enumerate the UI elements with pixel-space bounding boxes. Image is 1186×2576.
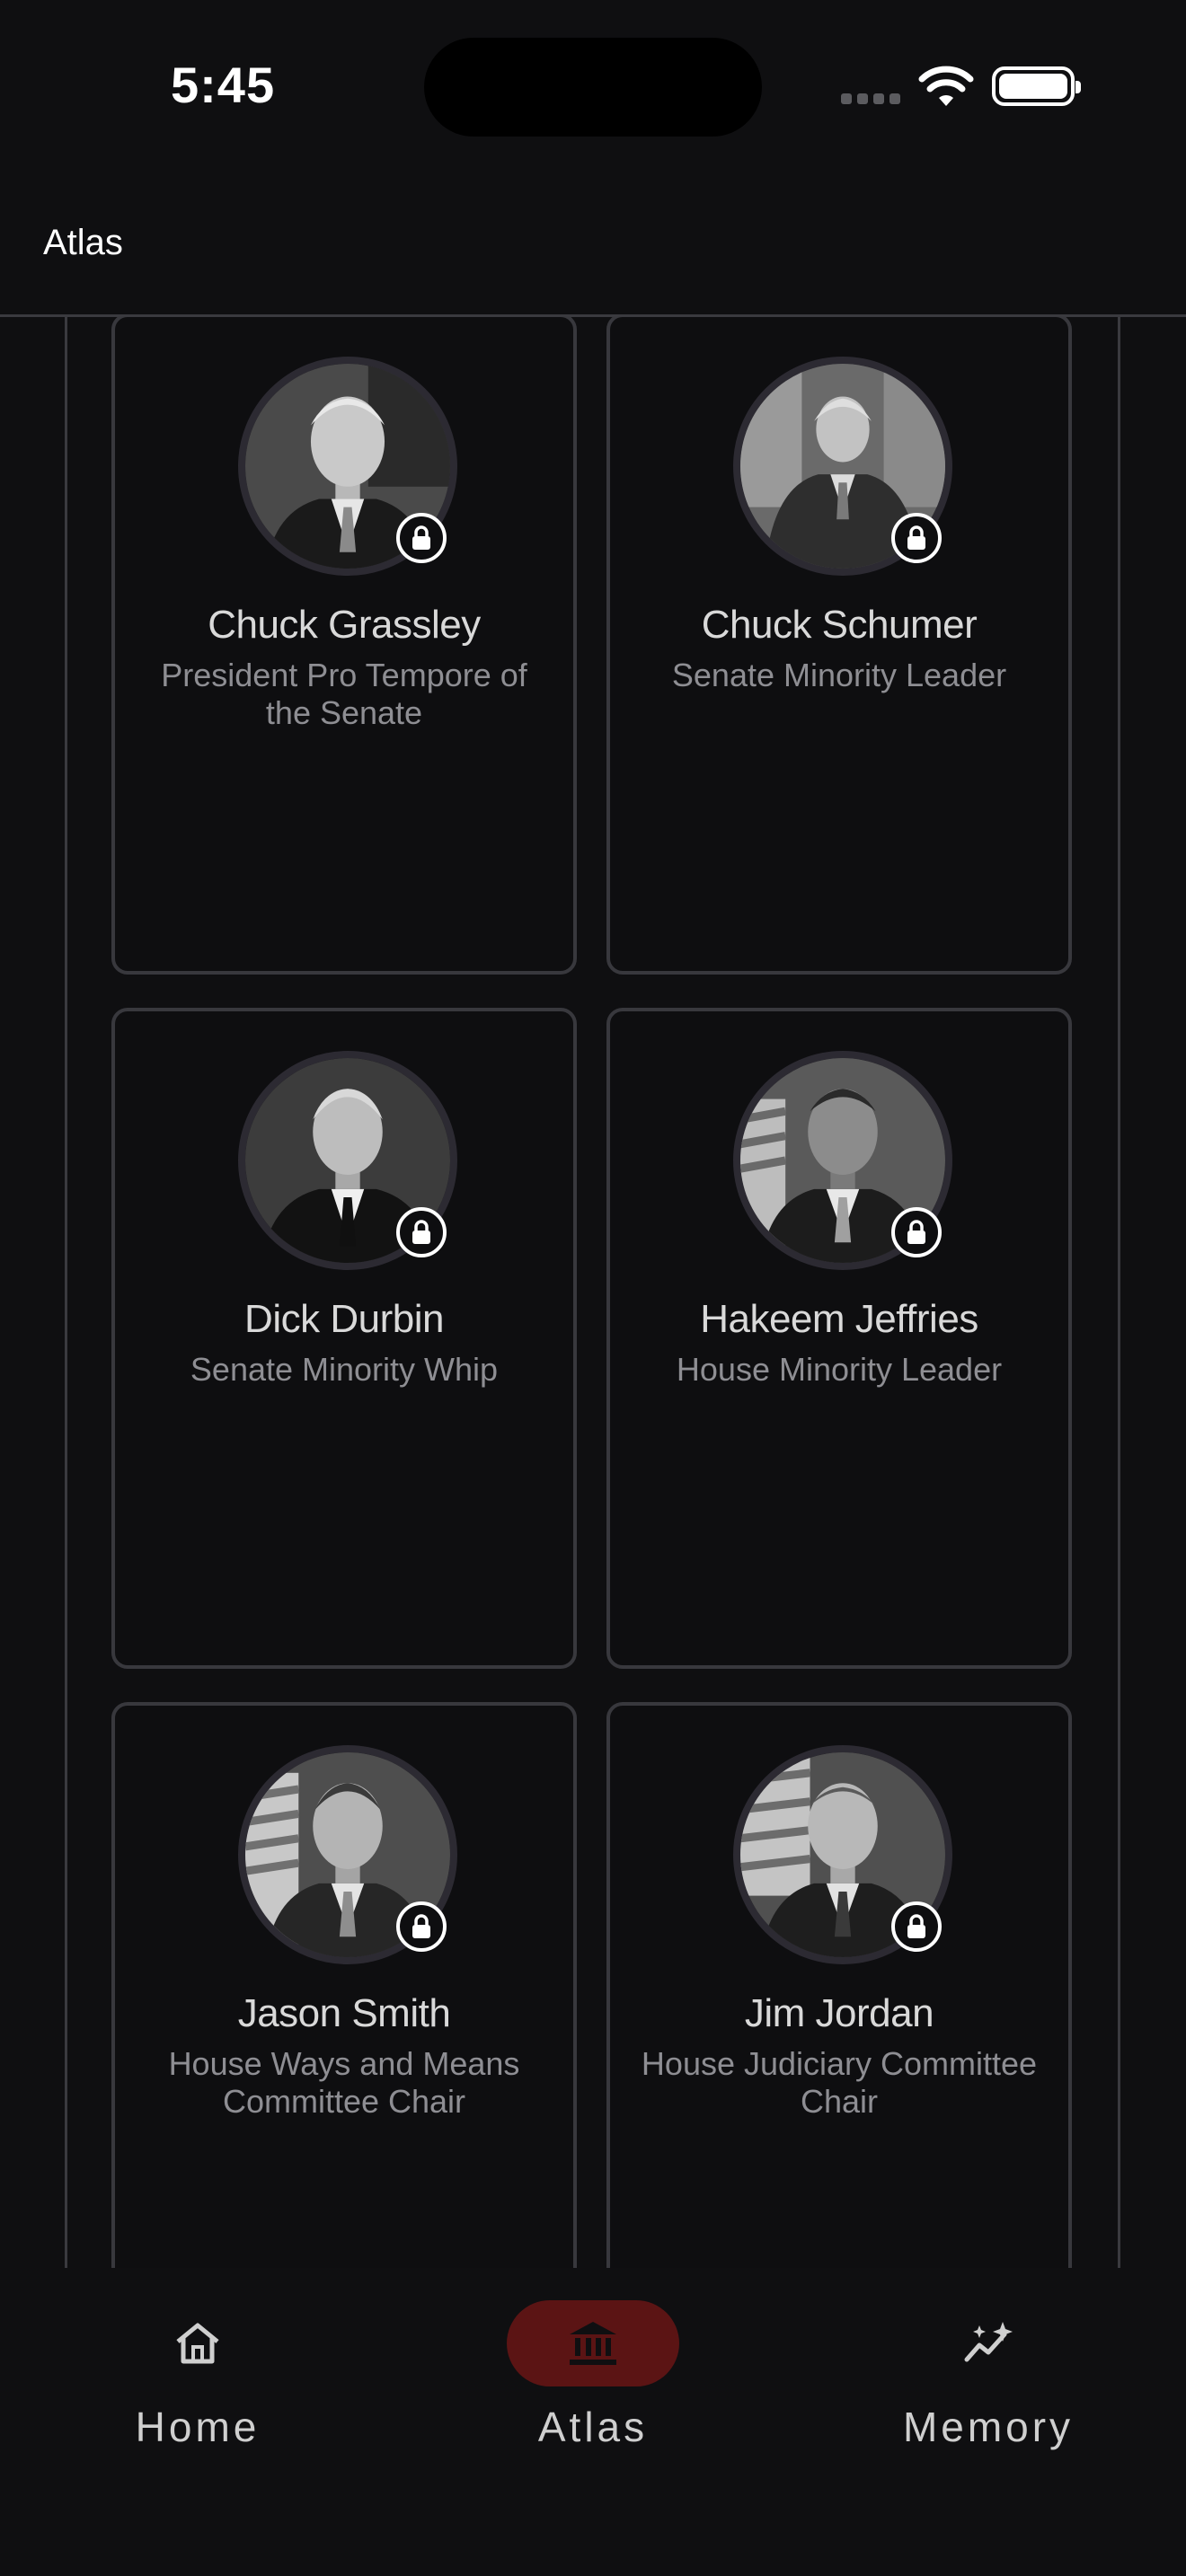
- home-icon: [176, 2323, 219, 2364]
- leader-role: Senate Minority Leader: [671, 657, 1007, 693]
- leader-card-jason-smith[interactable]: Jason Smith House Ways and Means Committ…: [111, 1702, 577, 2268]
- tab-home[interactable]: Home: [63, 2268, 332, 2475]
- leader-name: Jim Jordan: [744, 1991, 934, 2035]
- dynamic-island: [424, 38, 762, 137]
- leader-role: House Judiciary Committee Chair: [641, 2045, 1038, 2120]
- leader-card-chuck-schumer[interactable]: Chuck Schumer Senate Minority Leader: [606, 317, 1072, 975]
- leader-name: Dick Durbin: [244, 1297, 444, 1341]
- right-rail-divider: [1118, 317, 1120, 2268]
- leader-card-jim-jordan[interactable]: Jim Jordan House Judiciary Committee Cha…: [606, 1702, 1072, 2268]
- leaders-grid[interactable]: Chuck Grassley President Pro Tempore of …: [0, 317, 1186, 2268]
- leader-card-chuck-grassley[interactable]: Chuck Grassley President Pro Tempore of …: [111, 317, 577, 975]
- left-rail-divider: [65, 317, 67, 2268]
- page-title: Atlas: [43, 223, 123, 262]
- leader-name: Chuck Grassley: [208, 603, 481, 647]
- status-bar: 5:45: [0, 0, 1186, 171]
- lock-icon: [396, 1901, 447, 1952]
- sparkle-chart-icon: [964, 2322, 1013, 2362]
- tab-atlas[interactable]: Atlas: [458, 2268, 728, 2475]
- leader-name: Chuck Schumer: [701, 603, 978, 647]
- lock-icon: [396, 513, 447, 563]
- wifi-icon: [918, 66, 974, 106]
- lock-icon: [891, 1901, 942, 1952]
- lock-icon: [891, 513, 942, 563]
- leader-role: House Minority Leader: [676, 1351, 1003, 1388]
- tab-memory[interactable]: Memory: [854, 2268, 1123, 2475]
- lock-icon: [396, 1207, 447, 1257]
- status-time: 5:45: [171, 57, 276, 113]
- leader-role: Senate Minority Whip: [190, 1351, 499, 1388]
- tab-home-label: Home: [135, 2404, 261, 2450]
- lock-icon: [891, 1207, 942, 1257]
- leader-card-dick-durbin[interactable]: Dick Durbin Senate Minority Whip: [111, 1008, 577, 1669]
- leader-name: Jason Smith: [237, 1991, 451, 2035]
- capitol-icon: [570, 2322, 616, 2365]
- tab-atlas-label: Atlas: [537, 2404, 649, 2450]
- cellular-signal-icon: [841, 93, 900, 104]
- bottom-tab-bar: Home Atlas Memory: [0, 2268, 1186, 2576]
- leader-name: Hakeem Jeffries: [700, 1297, 978, 1341]
- tab-memory-label: Memory: [902, 2404, 1075, 2450]
- leader-card-hakeem-jeffries[interactable]: Hakeem Jeffries House Minority Leader: [606, 1008, 1072, 1669]
- leader-role: House Ways and Means Committee Chair: [168, 2045, 520, 2120]
- battery-icon: [992, 66, 1081, 106]
- top-app-bar: Atlas: [0, 171, 1186, 317]
- leader-role: President Pro Tempore of the Senate: [161, 657, 527, 731]
